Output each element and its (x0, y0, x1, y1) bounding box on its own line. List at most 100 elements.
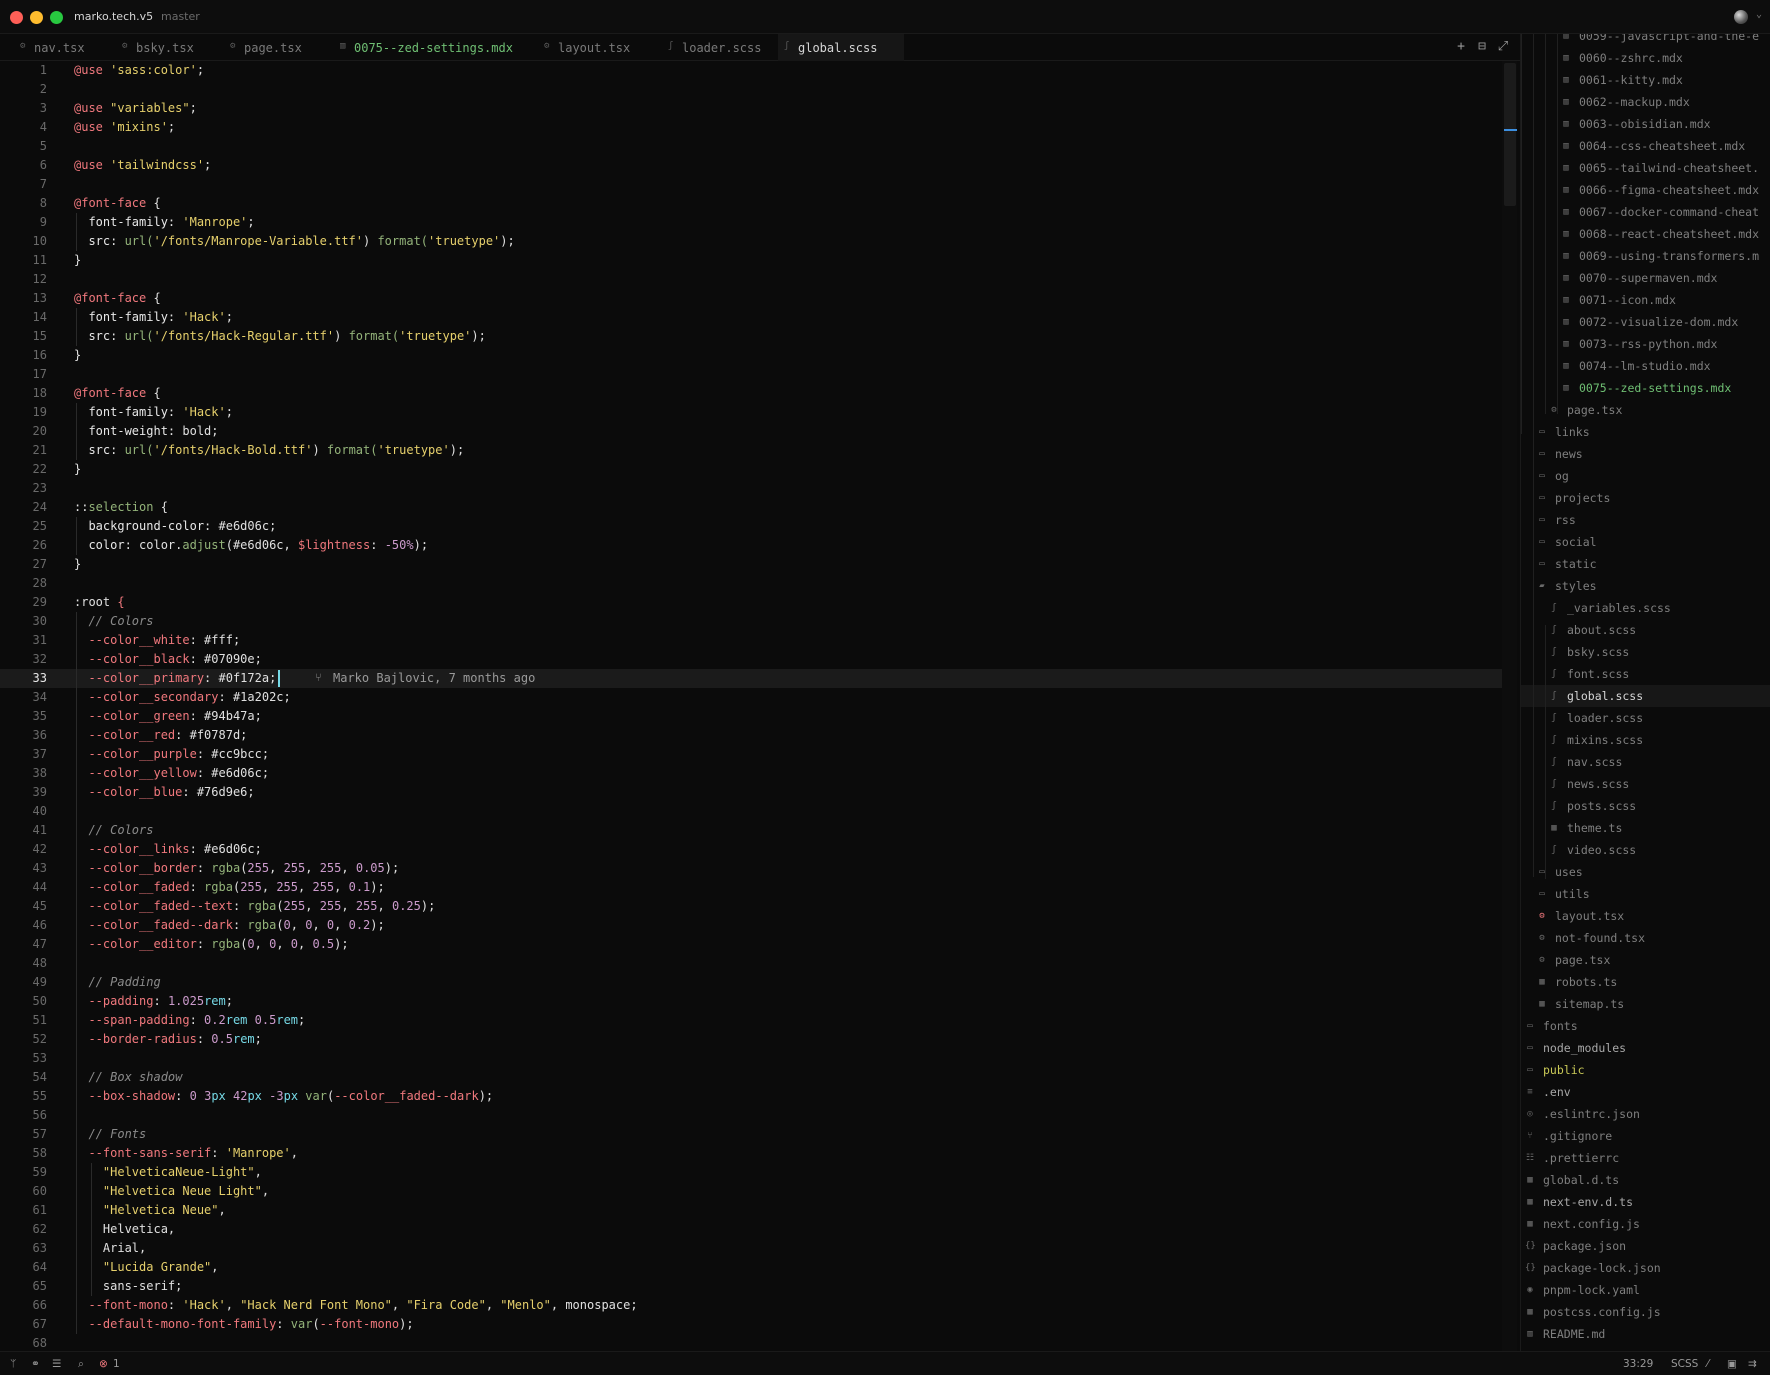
code-text[interactable]: @font-face { (74, 384, 161, 403)
code-line[interactable]: 16} (0, 346, 1502, 365)
line-number[interactable]: 15 (0, 327, 47, 346)
inline-git-blame[interactable]: Marko Bajlovic, 7 months ago (333, 669, 535, 688)
code-line[interactable]: 4 @use 'mixins'; (0, 118, 1502, 137)
code-text[interactable]: src: url('/fonts/Hack-Regular.ttf') form… (74, 327, 485, 346)
line-number[interactable]: 31 (0, 631, 47, 650)
line-number[interactable]: 28 (0, 574, 47, 593)
project-entry[interactable]: ▰ styles (1521, 575, 1770, 597)
code-text[interactable]: Arial, (74, 1239, 146, 1258)
notification-icon[interactable]: ▣ (1727, 1357, 1737, 1371)
line-number[interactable]: 50 (0, 992, 47, 1011)
line-number[interactable]: 67 (0, 1315, 47, 1334)
code-line[interactable]: 34 --color__secondary: #1a202c; (0, 688, 1502, 707)
zoom-pane-button[interactable]: ⤢ (1496, 40, 1510, 54)
code-text[interactable]: --span-padding: 0.2rem 0.5rem; (74, 1011, 305, 1030)
code-text[interactable]: --color__faded--dark: rgba(0, 0, 0, 0.2)… (74, 916, 384, 935)
project-entry[interactable]: ▥ 0066--figma-cheatsheet.mdx (1521, 179, 1770, 201)
code-text[interactable]: background-color: #e6d06c; (74, 517, 276, 536)
tab-page-tsx[interactable]: ⚙ page.tsx (224, 34, 332, 61)
code-line[interactable]: 18 @font-face { (0, 384, 1502, 403)
line-number[interactable]: 55 (0, 1087, 47, 1106)
code-text[interactable]: --color__purple: #cc9bcc; (74, 745, 269, 764)
line-number[interactable]: 26 (0, 536, 47, 555)
code-text[interactable]: font-weight: bold; (74, 422, 218, 441)
line-number[interactable]: 62 (0, 1220, 47, 1239)
project-entry[interactable]: ʃ posts.scss (1521, 795, 1770, 817)
code-text[interactable]: "Helvetica Neue Light", (74, 1182, 269, 1201)
user-avatar[interactable] (1734, 10, 1748, 24)
project-entry[interactable]: ▥ 0063--obisidian.mdx (1521, 113, 1770, 135)
code-line[interactable]: 46 --color__faded--dark: rgba(0, 0, 0, 0… (0, 916, 1502, 935)
code-text[interactable]: "Lucida Grande", (74, 1258, 219, 1277)
code-line[interactable]: 28 (0, 574, 1502, 593)
code-text[interactable]: } (74, 460, 81, 479)
code-text[interactable]: :root { (74, 593, 125, 612)
code-text[interactable]: --color__green: #94b47a; (74, 707, 261, 726)
code-line[interactable]: 63 Arial, (0, 1239, 1502, 1258)
code-line[interactable]: 32 --color__black: #07090e; (0, 650, 1502, 669)
line-number[interactable]: 46 (0, 916, 47, 935)
line-number[interactable]: 30 (0, 612, 47, 631)
line-number[interactable]: 14 (0, 308, 47, 327)
outline-icon[interactable]: ☰ (52, 1357, 61, 1371)
code-text[interactable]: @font-face { (74, 194, 161, 213)
code-text[interactable]: --color__faded: rgba(255, 255, 255, 0.1)… (74, 878, 384, 897)
line-number[interactable]: 12 (0, 270, 47, 289)
code-line[interactable]: 40 (0, 802, 1502, 821)
code-line[interactable]: 21 src: url('/fonts/Hack-Bold.ttf') form… (0, 441, 1502, 460)
project-entry[interactable]: ⑂ .gitignore (1521, 1125, 1770, 1147)
project-entry[interactable]: ▭ public (1521, 1059, 1770, 1081)
line-number[interactable]: 42 (0, 840, 47, 859)
code-line[interactable]: 30 // Colors (0, 612, 1502, 631)
project-entry[interactable]: ▦ next-env.d.ts (1521, 1191, 1770, 1213)
close-window-button[interactable] (10, 11, 23, 24)
project-entry[interactable]: ▥ 0071--icon.mdx (1521, 289, 1770, 311)
project-entry[interactable]: ▥ 0060--zshrc.mdx (1521, 47, 1770, 69)
project-entry[interactable]: ʃ bsky.scss (1521, 641, 1770, 663)
code-text[interactable]: } (74, 555, 81, 574)
code-line[interactable]: 2 (0, 80, 1502, 99)
line-number[interactable]: 37 (0, 745, 47, 764)
project-entry[interactable]: ▭ fonts (1521, 1015, 1770, 1037)
line-number[interactable]: 53 (0, 1049, 47, 1068)
code-text[interactable]: --color__border: rgba(255, 255, 255, 0.0… (74, 859, 399, 878)
line-number[interactable]: 51 (0, 1011, 47, 1030)
code-text[interactable]: // Box shadow (74, 1068, 182, 1087)
code-line[interactable]: 53 (0, 1049, 1502, 1068)
line-number[interactable]: 41 (0, 821, 47, 840)
git-branch-icon[interactable]: ᛘ (10, 1357, 16, 1371)
tab-bsky-tsx[interactable]: ⚙ bsky.tsx (116, 34, 222, 61)
code-line[interactable]: 31 --color__white: #fff; (0, 631, 1502, 650)
code-line[interactable]: 24::selection { (0, 498, 1502, 517)
scrollbar-thumb[interactable] (1504, 63, 1516, 206)
code-line[interactable]: 17 (0, 365, 1502, 384)
code-line[interactable]: 11} (0, 251, 1502, 270)
code-text[interactable]: --color__white: #fff; (74, 631, 240, 650)
code-line[interactable]: 55 --box-shadow: 0 3px 42px -3px var(--c… (0, 1087, 1502, 1106)
code-line[interactable]: 12 (0, 270, 1502, 289)
tab-layout-tsx[interactable]: ⚙ layout.tsx (538, 34, 656, 61)
line-number[interactable]: 33 (0, 669, 47, 688)
code-line[interactable]: 13 @font-face { (0, 289, 1502, 308)
code-line[interactable]: 51 --span-padding: 0.2rem 0.5rem; (0, 1011, 1502, 1030)
code-text[interactable]: --color__black: #07090e; (74, 650, 261, 669)
tab-zed-settings-mdx[interactable]: ▥ 0075--zed-settings.mdx (334, 34, 526, 61)
code-line[interactable]: 54 // Box shadow (0, 1068, 1502, 1087)
project-entry[interactable]: ▥ 0061--kitty.mdx (1521, 69, 1770, 91)
panel-toggle-icon[interactable]: ⇉ (1748, 1357, 1757, 1371)
code-text[interactable]: "Helvetica Neue", (74, 1201, 226, 1220)
line-number[interactable]: 25 (0, 517, 47, 536)
code-line[interactable]: 15 src: url('/fonts/Hack-Regular.ttf') f… (0, 327, 1502, 346)
code-line[interactable]: 41 // Colors (0, 821, 1502, 840)
code-text[interactable]: --color__red: #f0787d; (74, 726, 247, 745)
code-text[interactable]: } (74, 251, 81, 270)
code-text[interactable]: src: url('/fonts/Hack-Bold.ttf') format(… (74, 441, 464, 460)
code-text[interactable]: Helvetica, (74, 1220, 175, 1239)
project-entry[interactable]: ⚙ page.tsx (1521, 399, 1770, 421)
project-entry[interactable]: ◉ pnpm-lock.yaml (1521, 1279, 1770, 1301)
project-entry[interactable]: ▭ links (1521, 421, 1770, 443)
code-line[interactable]: 6 @use 'tailwindcss'; (0, 156, 1502, 175)
project-entry[interactable]: ▭ projects (1521, 487, 1770, 509)
code-line[interactable]: 68 (0, 1334, 1502, 1351)
code-line[interactable]: 62 Helvetica, (0, 1220, 1502, 1239)
